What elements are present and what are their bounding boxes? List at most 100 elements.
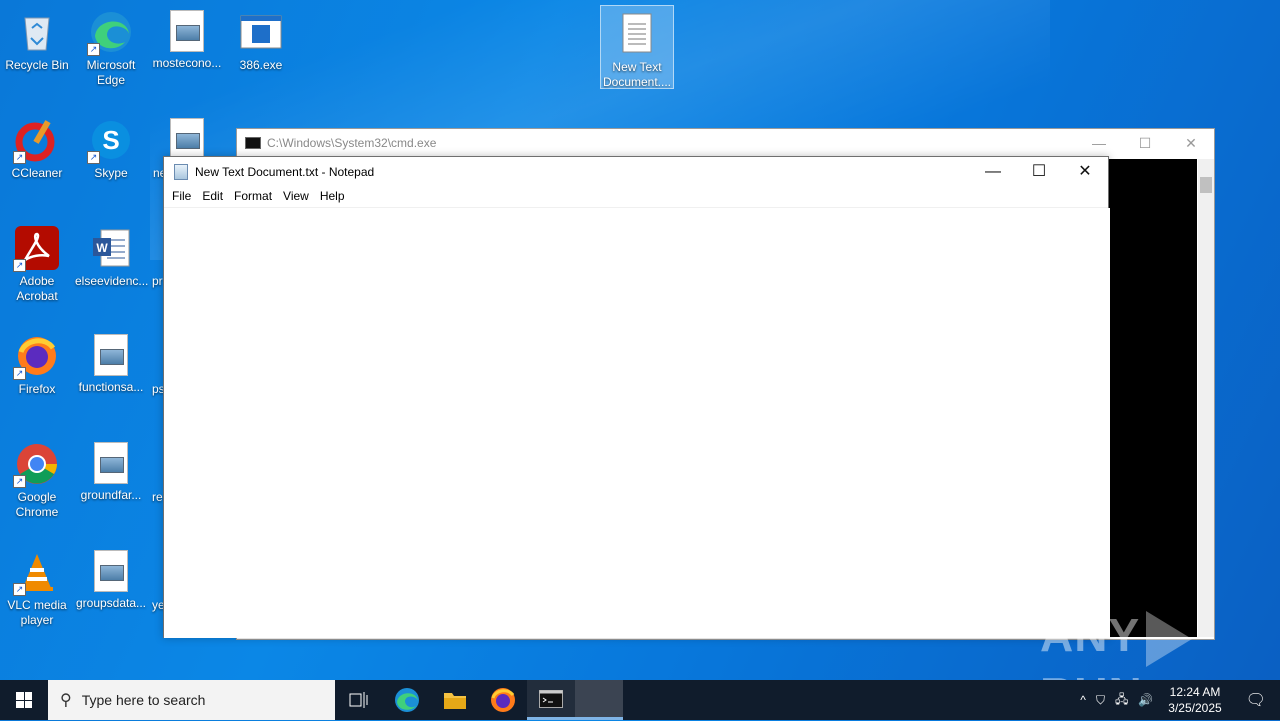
desktop-icon-label: CCleaner	[11, 166, 63, 180]
clock-time: 12:24 AM	[1169, 685, 1221, 699]
desktop-icon-google-chrome[interactable]: ↗ Google Chrome	[1, 436, 73, 520]
shortcut-arrow-icon: ↗	[13, 151, 26, 164]
taskbar-search-box[interactable]: ⚲ Type here to search	[48, 680, 335, 720]
taskbar: ⚲ Type here to search ^ ⛉ 🖧 🔊 12:24 AM 3…	[0, 680, 1280, 720]
vlc-icon: ↗	[13, 550, 59, 596]
desktop-icon-firefox[interactable]: ↗ Firefox	[1, 328, 73, 397]
menu-edit[interactable]: Edit	[196, 187, 228, 207]
desktop-icon-new-text-document[interactable]: New Text Document....	[600, 5, 674, 89]
shortcut-arrow-icon: ↗	[87, 151, 100, 164]
desktop-icon-label: New Text Document....	[602, 60, 672, 89]
minimize-button[interactable]: —	[970, 157, 1016, 187]
desktop-icon-label: groupsdata...	[75, 596, 147, 610]
desktop-icon-groundfar[interactable]: groundfar...	[75, 436, 147, 503]
task-view-icon	[349, 692, 368, 708]
word-document-icon: W	[89, 226, 133, 270]
menu-view[interactable]: View	[277, 187, 314, 207]
text-document-icon	[615, 12, 659, 56]
desktop-icon-label: Google Chrome	[15, 490, 59, 519]
edge-icon	[395, 688, 419, 712]
adobe-acrobat-icon: ↗	[13, 226, 59, 272]
desktop-icon-label: Microsoft Edge	[86, 58, 136, 87]
cmd-icon	[245, 137, 261, 149]
taskbar-notepad[interactable]	[575, 680, 623, 720]
desktop-icon-label: Firefox	[18, 382, 56, 396]
menu-help[interactable]: Help	[314, 187, 350, 207]
desktop-icon-skype[interactable]: S ↗ Skype	[75, 112, 147, 181]
desktop-icon-label: 386.exe	[239, 58, 283, 72]
notepad-window[interactable]: New Text Document.txt - Notepad — ☐ ✕ Fi…	[163, 156, 1110, 638]
play-icon	[1146, 610, 1193, 667]
svg-text:W: W	[96, 241, 108, 255]
clock[interactable]: 12:24 AM 3/25/2025	[1158, 684, 1231, 716]
image-file-icon	[94, 334, 128, 376]
desktop-icon-label: re	[152, 490, 163, 504]
image-file-icon	[94, 442, 128, 484]
desktop-icon-functionsa[interactable]: functionsa...	[75, 328, 147, 395]
cmd-console-area[interactable]	[1107, 159, 1197, 637]
cmd-title: C:\Windows\System32\cmd.exe	[267, 136, 437, 150]
shortcut-arrow-icon: ↗	[87, 43, 100, 56]
desktop-icon-label: VLC media player	[7, 598, 67, 627]
desktop-icon-label: Recycle Bin	[5, 58, 69, 72]
minimize-button[interactable]: —	[1076, 135, 1122, 152]
cmd-titlebar[interactable]: C:\Windows\System32\cmd.exe — ☐ ✕	[237, 129, 1214, 157]
defender-icon[interactable]: ⛉	[1091, 693, 1110, 708]
exe-window-icon	[239, 10, 283, 54]
menu-format[interactable]: Format	[228, 187, 277, 207]
shortcut-arrow-icon: ↗	[13, 367, 26, 380]
chrome-icon: ↗	[13, 442, 59, 488]
network-icon[interactable]: 🖧	[1110, 690, 1133, 711]
notepad-icon	[174, 164, 188, 180]
image-file-icon	[170, 10, 204, 52]
image-file-icon	[170, 118, 204, 160]
show-hidden-icons-button[interactable]: ^	[1075, 693, 1091, 707]
recycle-bin-icon	[15, 10, 59, 54]
desktop-icon-vlc[interactable]: ↗ VLC media player	[1, 544, 73, 628]
notepad-title: New Text Document.txt - Notepad	[195, 165, 375, 179]
shortcut-arrow-icon: ↗	[13, 259, 26, 272]
desktop-icon-recycle-bin[interactable]: Recycle Bin	[1, 4, 73, 73]
shortcut-arrow-icon: ↗	[13, 583, 26, 596]
svg-text:S: S	[102, 125, 119, 155]
desktop-icon-386-exe[interactable]: 386.exe	[225, 4, 297, 73]
taskbar-firefox[interactable]	[479, 680, 527, 720]
maximize-button[interactable]: ☐	[1122, 135, 1168, 152]
maximize-button[interactable]: ☐	[1016, 157, 1062, 187]
desktop-icon-label: Skype	[94, 166, 128, 180]
cmd-scrollbar[interactable]	[1198, 159, 1214, 637]
ccleaner-icon: ↗	[13, 118, 59, 164]
taskbar-edge[interactable]	[383, 680, 431, 720]
folder-icon	[444, 693, 466, 709]
desktop-icon-elseevidence[interactable]: W elseevidenc...	[75, 220, 148, 289]
firefox-icon: ↗	[13, 334, 59, 380]
desktop-icon-label: functionsa...	[78, 380, 144, 394]
desktop-icon-microsoft-edge[interactable]: ↗ Microsoft Edge	[75, 4, 147, 88]
search-placeholder: Type here to search	[81, 692, 206, 708]
notepad-text-area[interactable]	[164, 208, 1110, 638]
close-button[interactable]: ✕	[1168, 135, 1214, 152]
notifications-icon[interactable]: 🗨	[1232, 690, 1280, 710]
clock-date: 3/25/2025	[1168, 701, 1222, 715]
desktop-icon-ccleaner[interactable]: ↗ CCleaner	[1, 112, 73, 181]
volume-icon[interactable]: 🔊	[1133, 693, 1158, 707]
desktop-icon-adobe-acrobat[interactable]: ↗ Adobe Acrobat	[1, 220, 73, 304]
windows-logo-icon	[16, 692, 32, 708]
system-tray: ^ ⛉ 🖧 🔊 12:24 AM 3/25/2025 🗨	[1075, 684, 1280, 716]
desktop-icon-label: Adobe Acrobat	[16, 274, 58, 303]
desktop-icon-mosteconо[interactable]: mosteconо...	[151, 4, 223, 71]
cmd-icon	[539, 689, 563, 708]
scrollbar-thumb[interactable]	[1200, 177, 1212, 193]
edge-icon: ↗	[87, 10, 133, 56]
search-icon: ⚲	[60, 692, 72, 709]
close-button[interactable]: ✕	[1062, 157, 1108, 187]
desktop-icon-label: pr	[152, 274, 163, 288]
taskbar-cmd[interactable]	[527, 680, 575, 720]
taskbar-file-explorer[interactable]	[431, 680, 479, 720]
menu-file[interactable]: File	[166, 187, 196, 207]
desktop-icon-groupsdata[interactable]: groupsdata...	[75, 544, 147, 611]
start-button[interactable]	[0, 680, 48, 720]
desktop-icon-label: groundfar...	[80, 488, 142, 502]
notepad-titlebar[interactable]: New Text Document.txt - Notepad — ☐ ✕	[164, 157, 1108, 187]
task-view-button[interactable]	[335, 680, 383, 720]
